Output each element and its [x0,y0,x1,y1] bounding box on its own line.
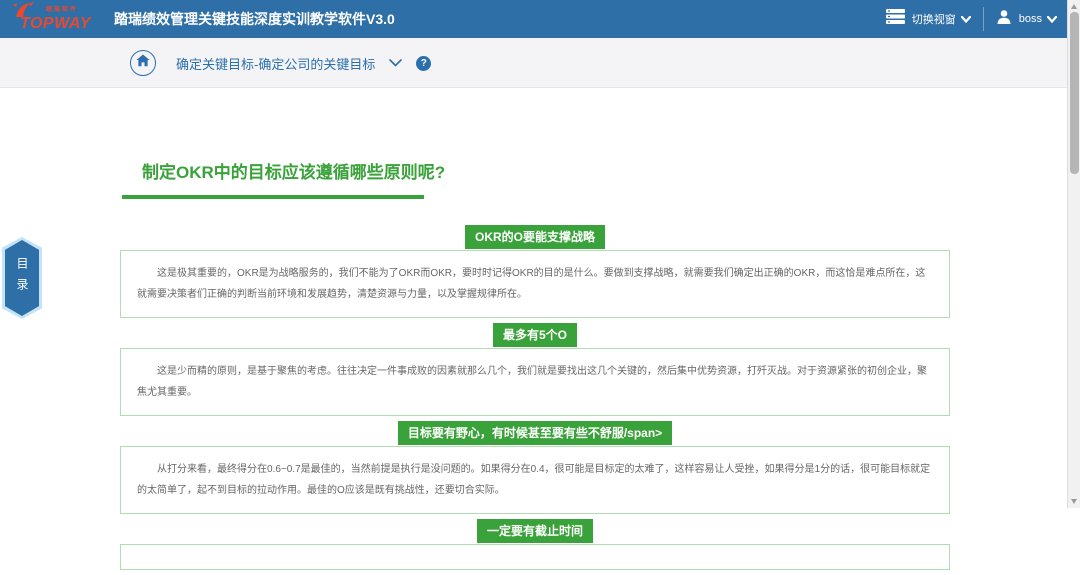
breadcrumb-label[interactable]: 确定关键目标-确定公司的关键目标 [176,54,375,73]
content-section: 最多有5个O 这是少而精的原则，是基于聚焦的考虑。往往决定一件事成败的因素就那么… [120,323,950,416]
window-stack-icon [886,9,905,29]
user-icon [996,9,1012,30]
help-icon[interactable]: ? [416,56,431,71]
home-icon [136,54,150,72]
section-heading-badge: 目标要有野心，有时候甚至要有些不舒服/span> [398,421,672,445]
scrollbar-thumb[interactable] [1070,12,1079,174]
chevron-down-icon [961,10,971,28]
content-section: 目标要有野心，有时候甚至要有些不舒服/span> 从打分来看，最终得分在0.6~… [120,421,950,514]
brand-logo: 踏瑞软件 TOPWAY [6,0,98,38]
section-body-text: 从打分来看，最终得分在0.6~0.7是最佳的，当然前提是执行是没问题的。如果得分… [137,459,933,501]
chevron-down-icon[interactable] [389,59,402,67]
section-heading-badge: OKR的O要能支撑战略 [465,225,605,249]
switch-window-label: 切换视窗 [912,11,956,27]
section-heading-badge: 最多有5个O [493,323,577,347]
home-button[interactable] [130,50,156,76]
vertical-scrollbar[interactable] [1067,0,1080,508]
toc-label: 目录 [16,257,28,299]
topbar-divider [983,7,984,31]
brand-sub-label: 踏瑞软件 [46,4,78,13]
section-body-box: 从打分来看，最终得分在0.6~0.7是最佳的，当然前提是执行是没问题的。如果得分… [120,446,950,514]
title-underline [122,195,424,199]
page-title: 制定OKR中的目标应该遵循哪些原则呢? [120,158,950,183]
topbar-actions: 切换视窗 boss [886,7,1067,31]
brand-name: TOPWAY [20,15,91,33]
main-content: 制定OKR中的目标应该遵循哪些原则呢? OKR的O要能支撑战略 这是极其重要的，… [120,88,950,575]
sections-container: OKR的O要能支撑战略 这是极其重要的，OKR是为战略服务的，我们不能为了OKR… [120,225,950,570]
content-section: OKR的O要能支撑战略 这是极其重要的，OKR是为战略服务的，我们不能为了OKR… [120,225,950,318]
top-bar: 踏瑞软件 TOPWAY 踏瑞绩效管理关键技能深度实训教学软件V3.0 切换视窗 [0,0,1067,38]
section-body-box [120,544,950,570]
toc-side-tab[interactable]: 目录 [2,237,42,319]
section-body-text: 这是极其重要的，OKR是为战略服务的，我们不能为了OKR而OKR，要时时记得OK… [137,263,933,305]
user-menu-button[interactable]: boss [996,9,1057,30]
toc-side-tab-inner: 目录 [5,240,39,316]
breadcrumb-bar: 确定关键目标-确定公司的关键目标 ? [0,38,1067,88]
scroll-up-arrow-icon[interactable] [1071,4,1077,9]
content-section: 一定要有截止时间 [120,519,950,570]
chevron-down-icon [1047,10,1057,28]
breadcrumb: 确定关键目标-确定公司的关键目标 ? [130,50,1067,76]
section-body-box: 这是极其重要的，OKR是为战略服务的，我们不能为了OKR而OKR，要时时记得OK… [120,250,950,318]
section-body-box: 这是少而精的原则，是基于聚焦的考虑。往往决定一件事成败的因素就那么几个，我们就是… [120,348,950,416]
section-heading-badge: 一定要有截止时间 [477,519,593,543]
app-title: 踏瑞绩效管理关键技能深度实训教学软件V3.0 [114,9,395,29]
scroll-down-arrow-icon[interactable] [1071,499,1077,504]
switch-window-button[interactable]: 切换视窗 [886,9,971,29]
section-body-text: 这是少而精的原则，是基于聚焦的考虑。往往决定一件事成败的因素就那么几个，我们就是… [137,361,933,403]
username-label: boss [1019,13,1042,25]
